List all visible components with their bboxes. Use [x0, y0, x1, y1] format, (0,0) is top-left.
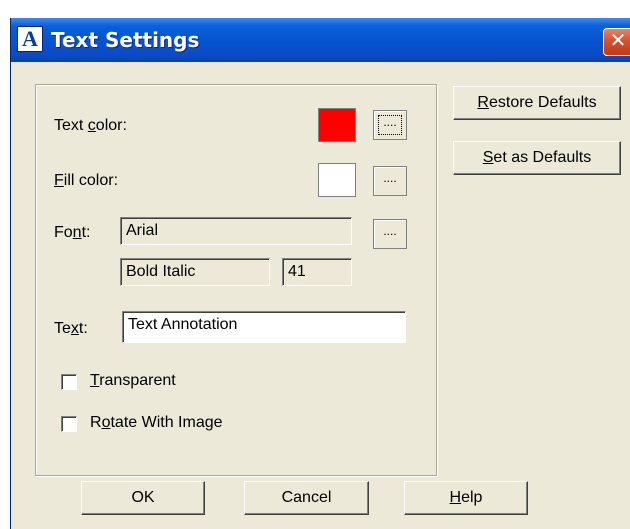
fill-color-swatch[interactable]: [318, 163, 356, 197]
text-color-picker-ellipsis: ....: [383, 115, 397, 129]
title-bar[interactable]: A Text Settings ✕: [11, 18, 630, 62]
cancel-button[interactable]: Cancel: [244, 481, 369, 515]
annotation-text-input[interactable]: Text Annotation: [122, 311, 406, 343]
font-name-field: Arial: [120, 217, 352, 245]
text-color-picker-button[interactable]: ....: [373, 110, 407, 140]
font-picker-button[interactable]: ....: [373, 219, 407, 249]
text-settings-dialog: A Text Settings ✕ Text color: .... Fill …: [10, 18, 630, 529]
font-label: Font:: [54, 224, 91, 241]
restore-defaults-button[interactable]: Restore Defaults: [453, 86, 621, 120]
transparent-checkbox[interactable]: [61, 374, 77, 390]
rotate-with-image-label[interactable]: Rotate With Image: [90, 414, 223, 432]
text-label: Text:: [54, 320, 88, 337]
text-color-swatch[interactable]: [318, 108, 356, 142]
fill-color-picker-ellipsis: ....: [383, 171, 397, 185]
font-style-field: Bold Italic: [120, 258, 270, 286]
help-button[interactable]: Help: [404, 481, 528, 515]
font-picker-ellipsis: ....: [383, 224, 397, 238]
fill-color-picker-button[interactable]: ....: [373, 166, 407, 196]
close-button[interactable]: ✕: [603, 28, 630, 56]
font-size-field: 41: [282, 258, 352, 286]
transparent-label[interactable]: Transparent: [90, 372, 176, 390]
text-color-label: Text color:: [54, 117, 127, 134]
rotate-with-image-checkbox[interactable]: [61, 416, 77, 432]
fill-color-label: Fill color:: [54, 172, 119, 189]
set-as-defaults-button[interactable]: Set as Defaults: [453, 141, 621, 175]
ok-button[interactable]: OK: [81, 481, 205, 515]
dialog-title: Text Settings: [51, 28, 200, 52]
app-icon: A: [17, 26, 43, 52]
